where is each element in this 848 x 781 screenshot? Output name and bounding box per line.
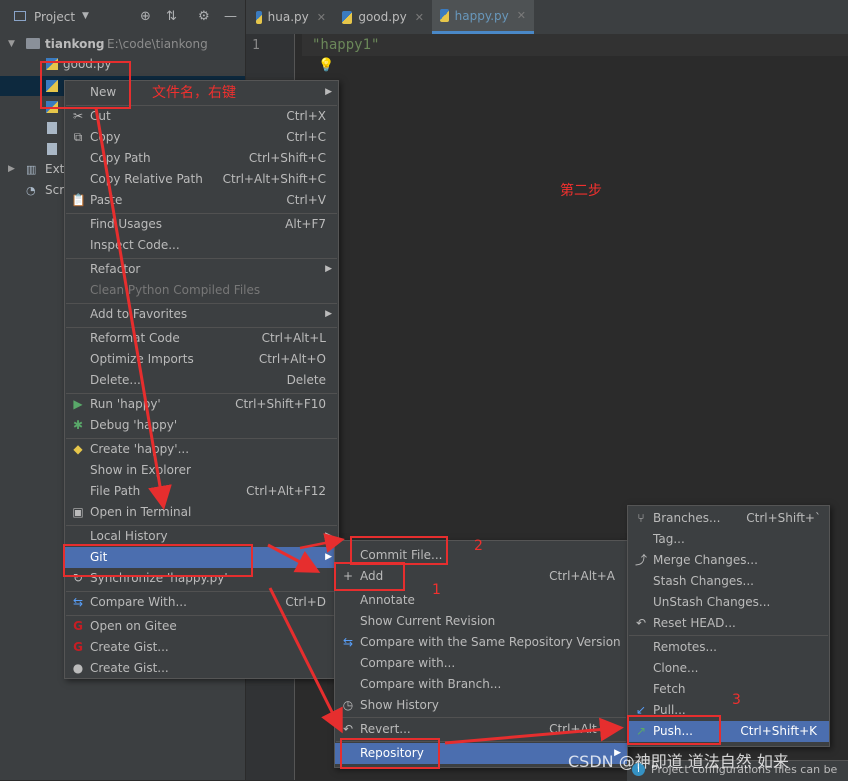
arrow-file-to-git bbox=[94, 107, 172, 510]
arrow-repository-to-push bbox=[444, 717, 624, 745]
annotation-arrows bbox=[94, 107, 624, 745]
arrow-git-to-repository bbox=[268, 587, 343, 734]
arrow-git-to-add bbox=[267, 543, 321, 573]
arrow-git-to-commit bbox=[299, 533, 345, 553]
